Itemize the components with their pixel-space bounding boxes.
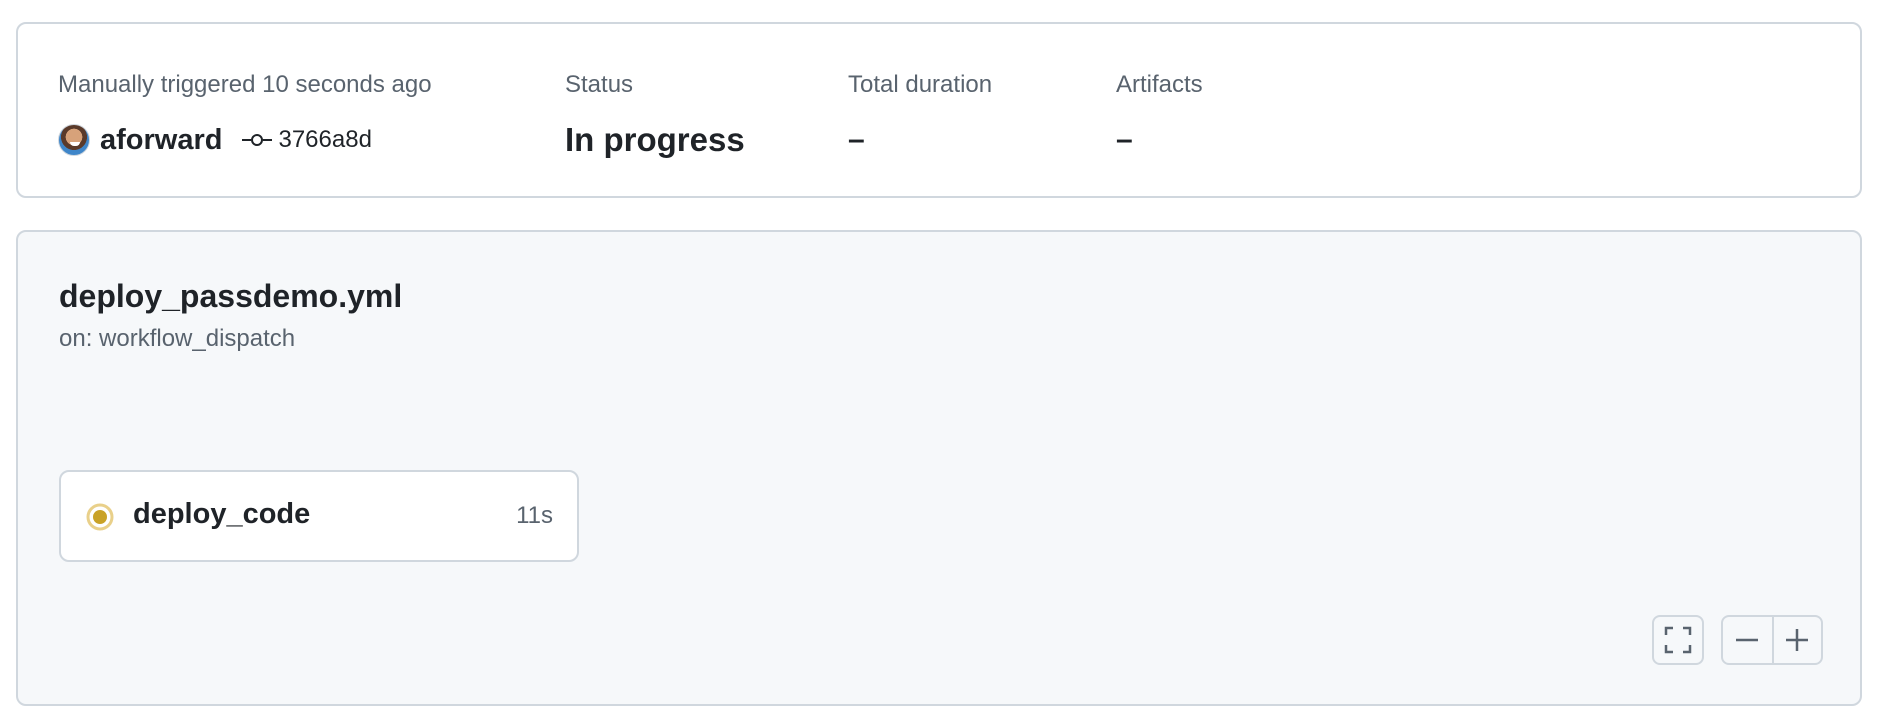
duration-value: – — [848, 123, 865, 156]
in-progress-icon — [86, 503, 114, 531]
zoom-out-icon — [1736, 638, 1759, 642]
duration-column: Total duration – — [848, 69, 992, 160]
avatar[interactable] — [58, 124, 90, 156]
artifacts-column: Artifacts – — [1116, 69, 1203, 160]
artifacts-value: – — [1116, 123, 1133, 156]
trigger-label: Manually triggered 10 seconds ago — [58, 71, 432, 98]
zoom-controls — [1721, 615, 1823, 665]
run-summary-card: Manually triggered 10 seconds ago aforwa… — [16, 22, 1862, 198]
status-column: Status In progress — [565, 69, 745, 160]
trigger-column: Manually triggered 10 seconds ago aforwa… — [58, 69, 432, 160]
zoom-out-button[interactable] — [1723, 617, 1772, 663]
workflow-graph-card: deploy_passdemo.yml on: workflow_dispatc… — [16, 230, 1862, 706]
workflow-file-name: deploy_passdemo.yml — [59, 278, 403, 314]
duration-label: Total duration — [848, 71, 993, 98]
trigger-details: aforward 3766a8d — [58, 120, 432, 160]
status-label: Status — [565, 71, 634, 98]
commit-sha-link[interactable]: 3766a8d — [278, 126, 371, 154]
actor-link[interactable]: aforward — [100, 124, 222, 157]
fullscreen-icon — [1664, 626, 1692, 654]
artifacts-label: Artifacts — [1116, 71, 1203, 98]
fullscreen-button[interactable] — [1652, 615, 1704, 665]
git-commit-icon — [242, 134, 273, 146]
zoom-in-icon — [1786, 629, 1809, 651]
zoom-in-button[interactable] — [1771, 617, 1821, 663]
job-name: deploy_code — [133, 498, 311, 530]
job-card-deploy-code[interactable]: deploy_code 11s — [59, 470, 579, 562]
workflow-trigger: on: workflow_dispatch — [59, 325, 296, 352]
status-value: In progress — [565, 121, 745, 158]
job-duration: 11s — [516, 502, 553, 529]
